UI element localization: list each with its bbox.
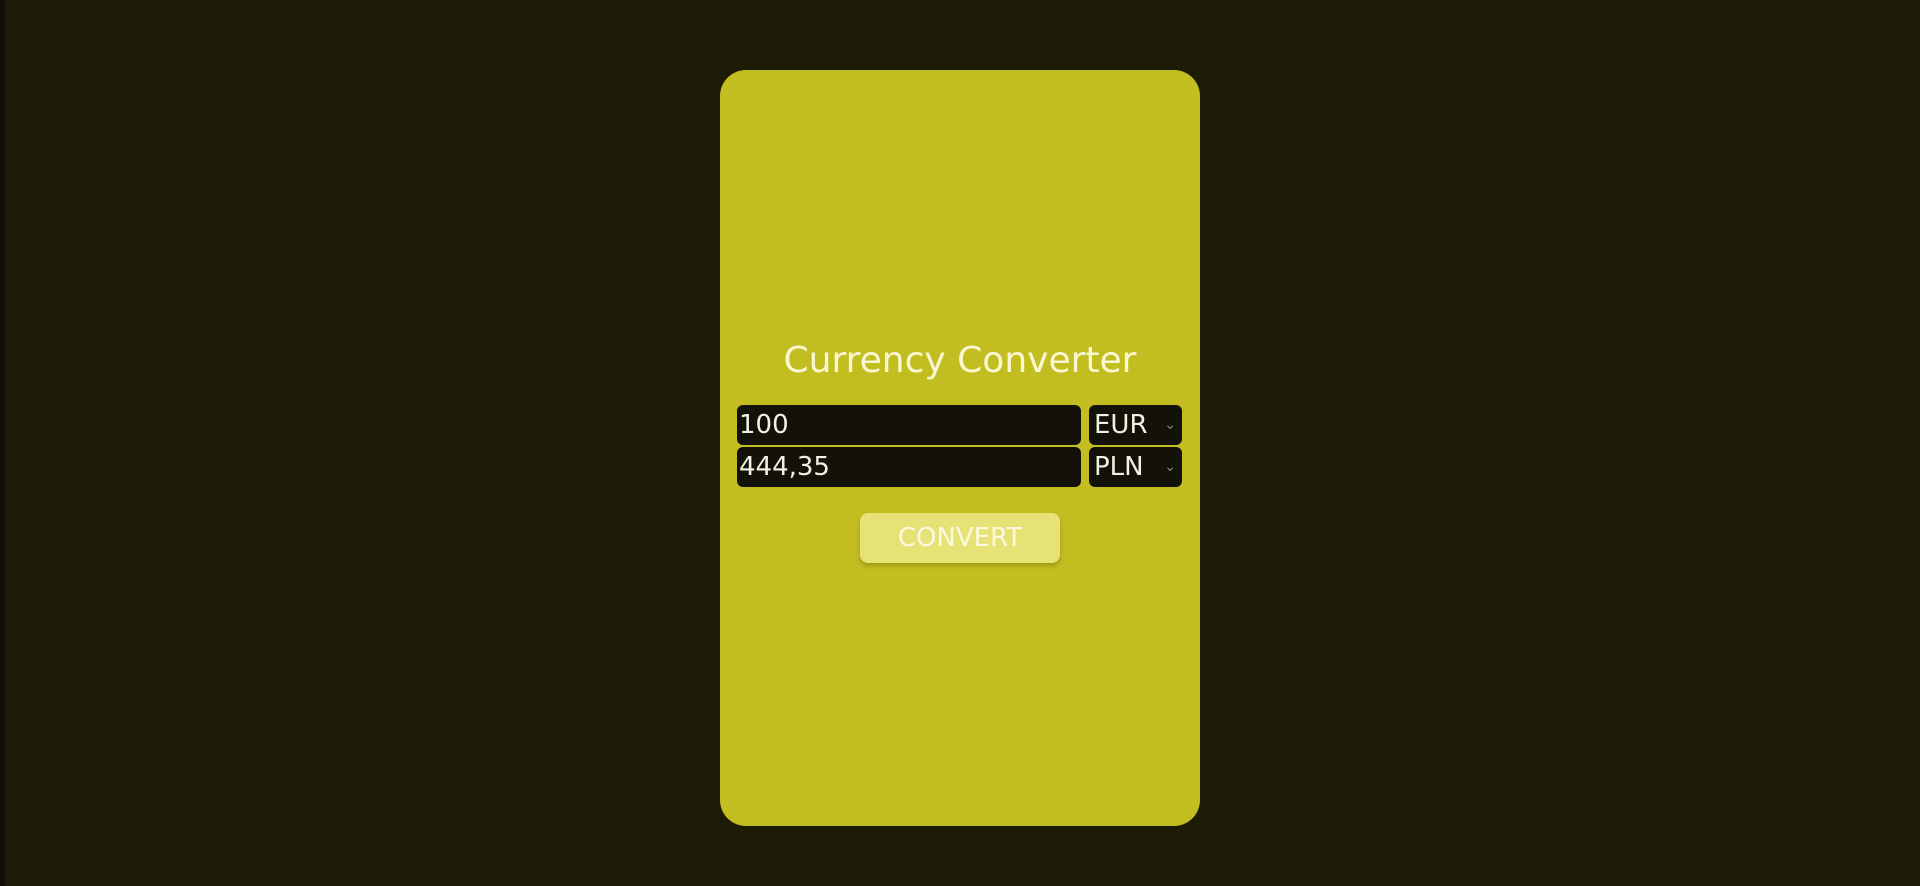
to-currency-value: PLN bbox=[1094, 452, 1144, 482]
convert-button[interactable]: CONVERT bbox=[860, 513, 1060, 563]
from-currency-value: EUR bbox=[1094, 410, 1148, 440]
from-currency-select[interactable]: EUR ⌄ bbox=[1089, 405, 1182, 445]
page-title: Currency Converter bbox=[783, 340, 1137, 381]
to-amount-input[interactable] bbox=[737, 447, 1081, 487]
from-amount-input[interactable] bbox=[737, 405, 1081, 445]
chevron-down-icon: ⌄ bbox=[1164, 417, 1176, 433]
to-currency-select[interactable]: PLN ⌄ bbox=[1089, 447, 1182, 487]
window-edge bbox=[0, 0, 5, 886]
chevron-down-icon: ⌄ bbox=[1164, 459, 1176, 475]
converter-card: Currency Converter EUR ⌄ PLN ⌄ CONVERT bbox=[720, 70, 1200, 826]
